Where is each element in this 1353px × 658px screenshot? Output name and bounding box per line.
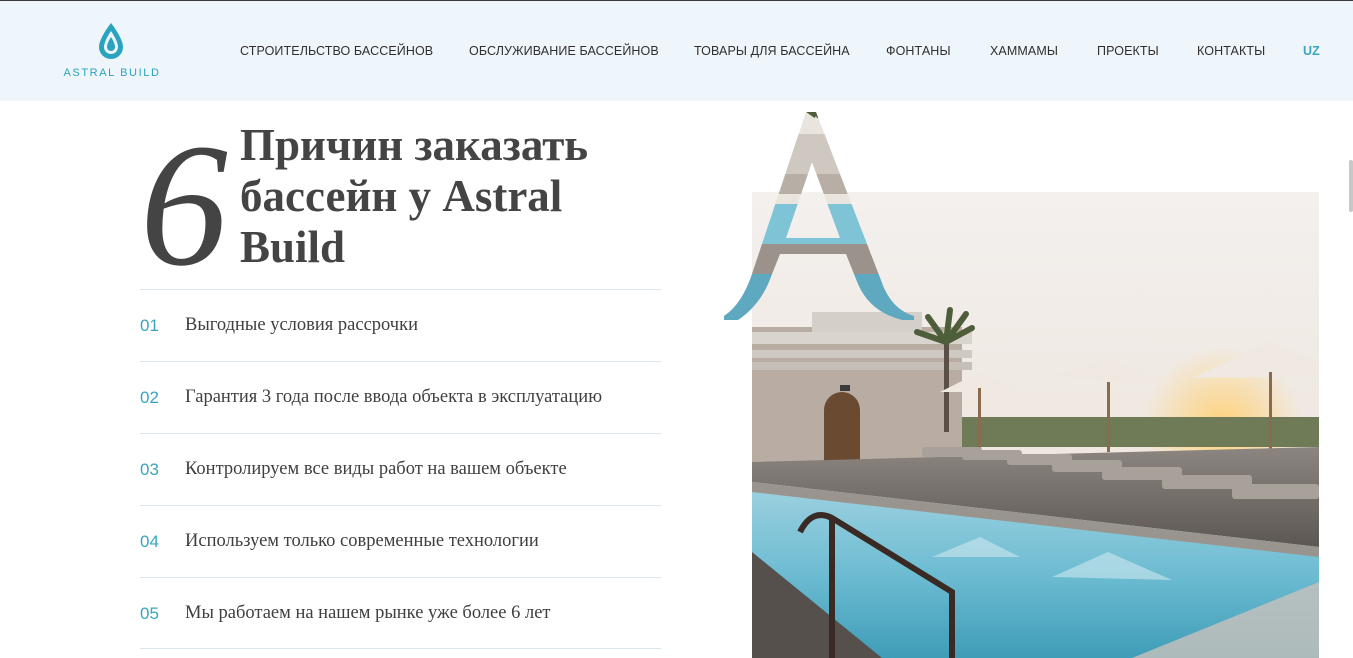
logo-text: ASTRAL BUILD <box>63 67 161 79</box>
nav-item-pool-construction[interactable]: СТРОИТЕЛЬСТВО БАССЕЙНОВ <box>240 44 433 58</box>
section-number: 6 <box>140 108 228 303</box>
decor-letter-a: A <box>724 104 914 320</box>
reason-text: Гарантия 3 года после ввода объекта в эк… <box>185 387 603 407</box>
nav-item-projects[interactable]: ПРОЕКТЫ <box>1097 44 1159 58</box>
nav-item-fountains[interactable]: ФОНТАНЫ <box>886 44 951 58</box>
reason-number: 04 <box>140 532 159 551</box>
list-item: 01 Выгодные условия рассрочки <box>140 289 661 361</box>
site-header: ASTRAL BUILD СТРОИТЕЛЬСТВО БАССЕЙНОВ ОБС… <box>0 1 1353 101</box>
list-item: 05 Мы работаем на нашем рынке уже более … <box>140 577 661 649</box>
nav-item-contacts[interactable]: КОНТАКТЫ <box>1197 44 1265 58</box>
reason-number: 01 <box>140 316 159 335</box>
list-item: 03 Контролируем все виды работ на вашем … <box>140 433 661 505</box>
reason-number: 03 <box>140 460 159 479</box>
nav-item-hammams[interactable]: ХАММАМЫ <box>990 44 1058 58</box>
water-drop-icon <box>99 23 123 59</box>
list-item: 04 Используем только современные техноло… <box>140 505 661 577</box>
reason-number: 02 <box>140 388 159 407</box>
language-switch[interactable]: UZ <box>1303 44 1320 58</box>
reasons-list: 01 Выгодные условия рассрочки 02 Гаранти… <box>140 289 661 649</box>
reason-text: Используем только современные технологии <box>185 531 539 551</box>
scrollbar[interactable] <box>1349 160 1353 212</box>
reason-text: Выгодные условия рассрочки <box>185 315 419 335</box>
list-item: 02 Гарантия 3 года после ввода объекта в… <box>140 361 661 433</box>
section-title: Причин заказать бассейн у Astral Build <box>240 120 589 272</box>
reason-number: 05 <box>140 604 159 623</box>
nav-item-pool-products[interactable]: ТОВАРЫ ДЛЯ БАССЕЙНА <box>694 44 850 58</box>
nav-item-pool-service[interactable]: ОБСЛУЖИВАНИЕ БАССЕЙНОВ <box>469 44 659 58</box>
decor-letter-text: A <box>724 104 725 105</box>
site-logo[interactable]: ASTRAL BUILD <box>56 19 168 81</box>
reason-text: Контролируем все виды работ на вашем объ… <box>185 459 567 479</box>
reason-text: Мы работаем на нашем рынке уже более 6 л… <box>185 603 551 623</box>
